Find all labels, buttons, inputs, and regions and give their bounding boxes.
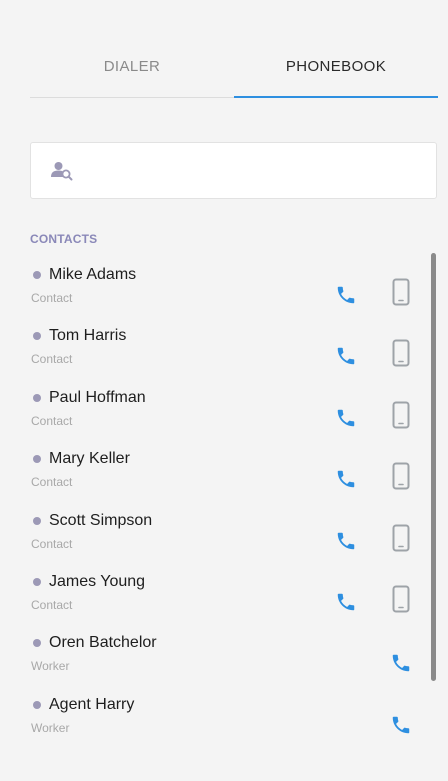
phone-icon[interactable] [335, 468, 357, 490]
mobile-icon[interactable] [392, 401, 410, 429]
contact-row[interactable]: Agent Harry Worker [30, 692, 425, 753]
contact-name: Mary Keller [49, 450, 130, 468]
contact-type: Contact [31, 291, 73, 305]
status-dot [33, 455, 41, 464]
scrollbar[interactable] [431, 253, 436, 681]
contact-row[interactable]: Mary Keller Contact [30, 446, 425, 507]
status-dot [33, 577, 41, 586]
contact-list: Mike Adams Contact Tom Harris Contact Paul H… [30, 262, 425, 753]
phone-icon[interactable] [335, 530, 357, 552]
contact-row[interactable]: Scott Simpson Contact [30, 508, 425, 569]
phone-icon[interactable] [335, 284, 357, 306]
phonebook-panel: DIALER PHONEBOOK CONTACTS Mike Adams Cont… [0, 0, 448, 781]
contact-type: Contact [31, 475, 73, 490]
phone-icon[interactable] [335, 345, 357, 367]
contact-name: Tom Harris [49, 327, 127, 345]
phone-icon[interactable] [335, 591, 357, 613]
phone-icon[interactable] [390, 652, 412, 674]
status-dot [33, 700, 41, 709]
mobile-icon[interactable] [392, 278, 410, 306]
contact-row[interactable]: James Young Contact [30, 569, 425, 630]
contact-type: Contact [31, 536, 73, 551]
contact-name-line: Tom Harris [30, 327, 126, 345]
contact-name-line: Mary Keller [30, 450, 130, 468]
contact-type: Worker [31, 720, 70, 735]
status-dot [33, 332, 41, 341]
person-search-icon [51, 161, 73, 180]
mobile-icon[interactable] [392, 462, 410, 490]
mobile-icon[interactable] [392, 524, 410, 552]
search-box[interactable] [30, 142, 437, 199]
contact-type: Worker [31, 659, 70, 674]
phone-icon[interactable] [390, 714, 412, 736]
status-dot [33, 393, 41, 402]
contact-name-line: Paul Hoffman [30, 389, 146, 407]
contact-row[interactable]: Mike Adams Contact [30, 262, 425, 323]
status-dot [33, 639, 41, 648]
contacts-section-title: CONTACTS [30, 232, 98, 246]
contact-name: Scott Simpson [49, 511, 153, 529]
contact-name-line: James Young [30, 573, 145, 591]
tab-phonebook[interactable]: PHONEBOOK [234, 36, 438, 98]
contact-name-line: Oren Batchelor [30, 634, 157, 652]
contact-type: Contact [31, 352, 73, 367]
mobile-icon[interactable] [392, 585, 410, 613]
contact-row[interactable]: Oren Batchelor Worker [30, 630, 425, 691]
search-input[interactable] [81, 149, 436, 192]
tab-bar: DIALER PHONEBOOK [30, 36, 438, 98]
tab-dialer[interactable]: DIALER [30, 36, 234, 98]
contact-name-line: Agent Harry [30, 696, 134, 714]
contact-name-line: Scott Simpson [30, 512, 152, 530]
contact-name-line: Mike Adams [30, 266, 136, 284]
contact-name: Agent Harry [49, 695, 135, 713]
contact-row[interactable]: Tom Harris Contact [30, 323, 425, 384]
contact-type: Contact [31, 597, 73, 612]
contact-name: Paul Hoffman [49, 388, 146, 406]
contact-name: Oren Batchelor [49, 634, 157, 652]
mobile-icon[interactable] [392, 339, 410, 367]
status-dot [33, 516, 41, 525]
phone-icon[interactable] [335, 407, 357, 429]
contact-name: James Young [49, 572, 146, 590]
contact-name: Mike Adams [49, 266, 137, 283]
status-dot [33, 271, 41, 279]
contact-row[interactable]: Paul Hoffman Contact [30, 385, 425, 446]
contact-type: Contact [31, 413, 73, 428]
